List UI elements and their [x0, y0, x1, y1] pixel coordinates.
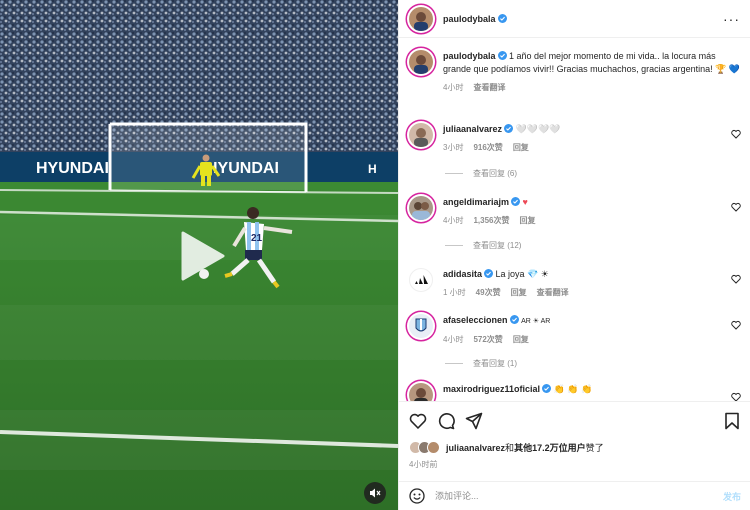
comment-item: afaseleccionen AR ☀ AR 4小时 572次赞 回复	[409, 314, 741, 346]
comment-username[interactable]: afaseleccionen	[443, 315, 508, 325]
view-replies-label[interactable]: 查看回复 (6)	[473, 168, 517, 179]
see-translation-link[interactable]: 查看翻译	[473, 83, 505, 92]
verified-icon	[497, 14, 507, 23]
action-bar: juliaanalvarez 和其他17.2万位用户 赞了 4小时前	[399, 401, 750, 487]
reply-line	[445, 173, 463, 174]
heart-icon[interactable]	[731, 202, 741, 212]
post-comment-button[interactable]: 发布	[723, 490, 741, 503]
view-replies-label[interactable]: 查看回复 (1)	[473, 358, 517, 369]
comment-text: La joya 💎 ☀	[495, 269, 549, 279]
comment-text: ♥	[522, 197, 528, 207]
comment-item: juliaanalvarez 🤍🤍🤍🤍 3小时 916次赞 回复	[409, 123, 741, 154]
verified-icon	[509, 315, 519, 324]
post-header: paulodybala ···	[399, 0, 750, 38]
play-icon	[181, 231, 225, 281]
view-replies-button[interactable]: 查看回复 (6)	[445, 168, 517, 179]
post-timestamp: 4小时前	[409, 460, 438, 469]
comment-list[interactable]: paulodybala 1 año del mejor momento de m…	[399, 38, 750, 401]
comment-text: 🤍🤍🤍🤍	[515, 124, 561, 134]
avatar[interactable]	[409, 383, 433, 401]
share-icon[interactable]	[465, 412, 483, 430]
video-player[interactable]: HYUNDAI HYUNDAI H 21	[0, 0, 398, 510]
view-replies-button[interactable]: 查看回复 (12)	[445, 240, 521, 251]
comment-likes[interactable]: 572次赞	[473, 335, 502, 344]
likes-suffix: 赞了	[585, 443, 604, 453]
comment-composer: 发布	[399, 481, 750, 510]
reply-button[interactable]: 回复	[513, 143, 529, 152]
author-username[interactable]: paulodybala	[443, 14, 496, 24]
verified-icon	[497, 51, 507, 60]
comment-item: adidasita La joya 💎 ☀ 1 小时 49次赞 回复 查看翻译	[409, 268, 741, 299]
view-replies-button[interactable]: 查看回复 (1)	[445, 358, 517, 369]
comment-time: 4小时	[443, 216, 464, 225]
player-number: 21	[251, 233, 263, 244]
comment-item: angeldimariajm ♥ 4小时 1,356次赞 回复	[409, 196, 741, 227]
heart-icon[interactable]	[731, 129, 741, 139]
heart-icon[interactable]	[731, 392, 741, 401]
save-icon[interactable]	[723, 412, 741, 430]
likes-connector: 和	[505, 443, 515, 453]
comment-likes[interactable]: 1,356次赞	[473, 216, 509, 225]
verified-icon	[504, 124, 514, 133]
comment-username[interactable]: juliaanalvarez	[443, 124, 502, 134]
comment-username[interactable]: angeldimariajm	[443, 197, 509, 207]
comment-time: 1 小时	[443, 288, 466, 297]
side-panel: paulodybala ··· paulodybala 1 año del me…	[398, 0, 750, 510]
more-options-button[interactable]: ···	[723, 11, 740, 27]
mute-button[interactable]	[364, 482, 386, 504]
avatar[interactable]	[409, 314, 433, 338]
view-replies-label[interactable]: 查看回复 (12)	[473, 240, 521, 251]
reply-line	[445, 363, 463, 364]
ad-board-logo: H	[368, 162, 377, 176]
likes-summary: juliaanalvarez 和其他17.2万位用户 赞了	[409, 441, 604, 454]
post-dialog: HYUNDAI HYUNDAI H 21 paulodybala ··· pau…	[0, 0, 750, 510]
reply-button[interactable]: 回复	[511, 288, 527, 297]
reply-button[interactable]: 回复	[513, 335, 529, 344]
avatar[interactable]	[409, 123, 433, 147]
comment-item: maxirodriguez11oficial 👏 👏 👏	[409, 383, 741, 401]
muted-speaker-icon	[370, 488, 381, 498]
heart-icon[interactable]	[731, 320, 741, 330]
likes-others-link[interactable]: 其他17.2万位用户	[514, 441, 586, 454]
avatar[interactable]	[409, 196, 433, 220]
emoji-icon[interactable]	[409, 488, 425, 504]
avatar	[427, 441, 440, 454]
liker-username[interactable]: juliaanalvarez	[446, 443, 505, 453]
afa-crest-icon	[415, 318, 427, 332]
verified-icon	[511, 197, 521, 206]
comment-text: 👏 👏 👏	[553, 384, 593, 394]
play-button[interactable]	[175, 230, 227, 282]
verified-icon	[484, 269, 494, 278]
like-icon[interactable]	[409, 412, 427, 430]
caption: paulodybala 1 año del mejor momento de m…	[409, 50, 741, 94]
caption-username[interactable]: paulodybala	[443, 51, 496, 61]
heart-icon[interactable]	[731, 274, 741, 284]
comment-username[interactable]: adidasita	[443, 269, 482, 279]
comment-time: 3小时	[443, 143, 464, 152]
avatar[interactable]	[409, 6, 433, 31]
reply-button[interactable]: 回复	[519, 216, 535, 225]
see-translation-link[interactable]: 查看翻译	[537, 288, 569, 297]
caption-time: 4小时	[443, 83, 464, 92]
comment-username[interactable]: maxirodriguez11oficial	[443, 384, 540, 394]
adidas-logo-icon	[415, 275, 428, 284]
comment-input[interactable]	[435, 491, 723, 501]
ad-board-text: HYUNDAI	[36, 160, 109, 177]
reply-line	[445, 245, 463, 246]
comment-likes[interactable]: 49次赞	[476, 288, 501, 297]
liker-avatars	[409, 441, 440, 454]
comment-icon[interactable]	[437, 412, 455, 430]
comment-likes[interactable]: 916次赞	[473, 143, 502, 152]
comment-text: AR ☀ AR	[521, 318, 551, 325]
comment-time: 4小时	[443, 335, 464, 344]
avatar[interactable]	[409, 268, 433, 292]
verified-icon	[542, 384, 552, 393]
avatar[interactable]	[409, 50, 433, 74]
